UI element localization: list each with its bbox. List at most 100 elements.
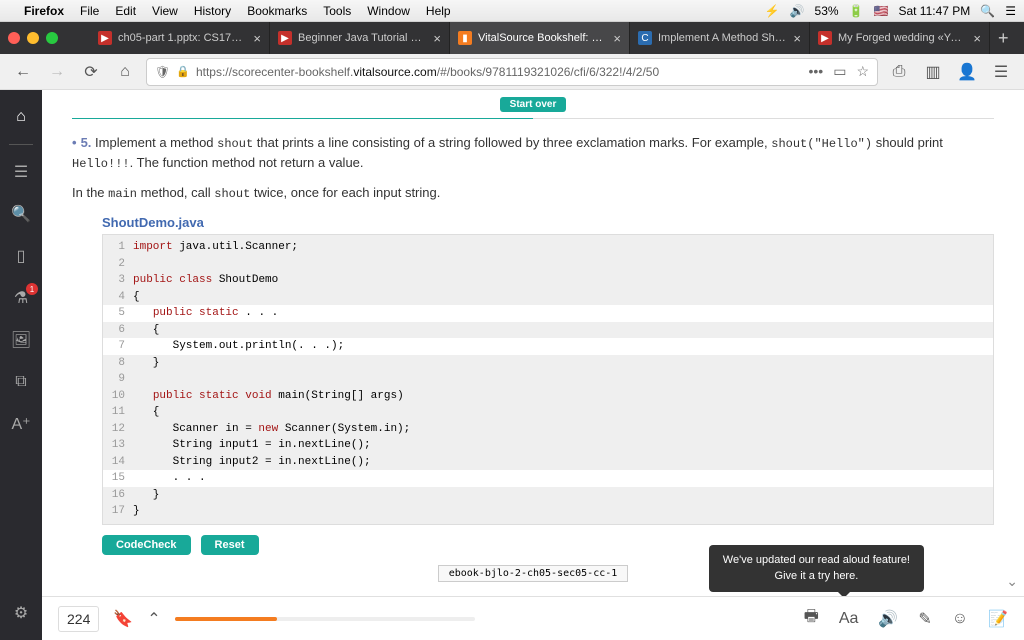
sidebar-toggle-icon[interactable]: ▥	[920, 59, 946, 85]
code-line[interactable]: 11 {	[103, 404, 993, 421]
wifi-icon[interactable]: ⚡	[765, 4, 780, 18]
library-icon[interactable]: ⎙	[886, 59, 912, 85]
emoji-icon[interactable]: ☺	[952, 610, 968, 628]
code-line[interactable]: 7 System.out.println(. . .);	[103, 338, 993, 355]
code-text: . . .	[133, 470, 993, 487]
shield-icon[interactable]: 🛡	[155, 65, 170, 79]
read-aloud-icon[interactable]: 🔊	[878, 609, 898, 629]
code-line[interactable]: 16 }	[103, 487, 993, 504]
text-size-icon[interactable]: Aa	[839, 610, 859, 628]
maximize-window-button[interactable]	[46, 32, 58, 44]
browser-tab[interactable]: ▶My Forged wedding «Yamat×	[810, 22, 990, 54]
tab-close-icon[interactable]: ×	[973, 31, 981, 46]
sidebar-grade-icon[interactable]: A⁺	[0, 405, 42, 443]
close-window-button[interactable]	[8, 32, 20, 44]
menu-history[interactable]: History	[194, 4, 231, 18]
code-line[interactable]: 2	[103, 256, 993, 273]
more-icon[interactable]: •••	[808, 63, 823, 80]
firefox-menu-button[interactable]: ☰	[988, 59, 1014, 85]
progress-bar[interactable]	[175, 617, 476, 621]
account-icon[interactable]: 👤	[954, 59, 980, 85]
reset-button[interactable]: Reset	[201, 535, 259, 555]
sidebar-home-icon[interactable]: ⌂	[0, 98, 42, 136]
codecheck-button[interactable]: CodeCheck	[102, 535, 191, 555]
code-editor[interactable]: 1import java.util.Scanner;23public class…	[102, 234, 994, 525]
tab-close-icon[interactable]: ×	[253, 31, 261, 46]
volume-icon[interactable]: 🔊	[790, 4, 805, 18]
clock[interactable]: Sat 11:47 PM	[898, 4, 970, 18]
main-content: Start over 5. Implement a method shout t…	[42, 90, 1024, 640]
highlighter-icon[interactable]: ✎	[918, 609, 931, 629]
reload-button[interactable]: ⟳	[78, 59, 104, 85]
line-number: 7	[103, 338, 133, 355]
line-number: 9	[103, 371, 133, 388]
control-center-icon[interactable]: ☰	[1005, 4, 1016, 18]
chevron-up-icon[interactable]: ⌃	[147, 609, 160, 629]
sidebar-copy-icon[interactable]: ⧉	[0, 363, 42, 401]
code-line[interactable]: 17}	[103, 503, 993, 520]
forward-button[interactable]: →	[44, 59, 70, 85]
code-text: }	[133, 487, 993, 504]
code-line[interactable]: 15 . . .	[103, 470, 993, 487]
code-text: String input2 = in.nextLine();	[133, 454, 993, 471]
tab-strip: ▶ch05-part 1.pptx: CS170-26×▶Beginner Ja…	[0, 22, 1024, 54]
tab-close-icon[interactable]: ×	[793, 31, 801, 46]
menu-bookmarks[interactable]: Bookmarks	[247, 4, 307, 18]
code-line[interactable]: 8 }	[103, 355, 993, 372]
print-icon[interactable]: 🖶	[804, 605, 819, 632]
code-line[interactable]: 6 {	[103, 322, 993, 339]
window-controls	[8, 32, 58, 44]
url-bar[interactable]: 🛡 🔒 https://scorecenter-bookshelf.vitals…	[146, 58, 878, 86]
tab-close-icon[interactable]: ×	[433, 31, 441, 46]
sidebar-toc-icon[interactable]: ☰	[0, 153, 42, 191]
page-number-input[interactable]: 224	[58, 606, 99, 632]
notes-icon[interactable]: 📝	[988, 609, 1008, 629]
tab-favicon-icon: ▶	[818, 31, 832, 45]
flag-icon[interactable]: 🇺🇸	[874, 4, 889, 18]
line-number: 12	[103, 421, 133, 438]
code-text: }	[133, 355, 993, 372]
menu-window[interactable]: Window	[367, 4, 410, 18]
back-button[interactable]: ←	[10, 59, 36, 85]
tab-close-icon[interactable]: ×	[613, 31, 621, 46]
navigation-toolbar: ← → ⟳ ⌂ 🛡 🔒 https://scorecenter-bookshel…	[0, 54, 1024, 90]
reader-icon[interactable]: ▭	[833, 63, 846, 80]
lock-icon[interactable]: 🔒	[176, 65, 190, 78]
minimize-window-button[interactable]	[27, 32, 39, 44]
spotlight-icon[interactable]: 🔍	[980, 4, 995, 18]
code-line[interactable]: 14 String input2 = in.nextLine();	[103, 454, 993, 471]
bookmark-icon[interactable]: 🔖	[113, 609, 133, 629]
sidebar-search-icon[interactable]: 🔍	[0, 195, 42, 233]
menu-view[interactable]: View	[152, 4, 178, 18]
sidebar-flashcards-icon[interactable]: ⚗1	[0, 279, 42, 317]
menu-tools[interactable]: Tools	[323, 4, 351, 18]
code-line[interactable]: 13 String input1 = in.nextLine();	[103, 437, 993, 454]
browser-tab[interactable]: ▶Beginner Java Tutorial #5 De×	[270, 22, 450, 54]
browser-tab[interactable]: ▶ch05-part 1.pptx: CS170-26×	[90, 22, 270, 54]
home-button[interactable]: ⌂	[112, 59, 138, 85]
new-tab-button[interactable]: +	[990, 28, 1017, 49]
scroll-down-icon[interactable]: ⌄	[1006, 573, 1018, 590]
code-line[interactable]: 1import java.util.Scanner;	[103, 239, 993, 256]
code-line[interactable]: 5 public static . . .	[103, 305, 993, 322]
vitalsource-sidebar: ⌂ ☰ 🔍 ▯ ⚗1 🖼 ⧉ A⁺ ⚙	[0, 90, 42, 640]
sidebar-settings-icon[interactable]: ⚙	[0, 594, 42, 632]
app-name[interactable]: Firefox	[24, 4, 64, 18]
code-line[interactable]: 10 public static void main(String[] args…	[103, 388, 993, 405]
browser-tab[interactable]: ▮VitalSource Bookshelf: Java C×	[450, 22, 630, 54]
code-line[interactable]: 4{	[103, 289, 993, 306]
line-number: 11	[103, 404, 133, 421]
tab-label: Implement A Method Shout T	[658, 32, 787, 44]
code-line[interactable]: 9	[103, 371, 993, 388]
menu-edit[interactable]: Edit	[115, 4, 136, 18]
start-over-button[interactable]: Start over	[500, 97, 567, 112]
menu-help[interactable]: Help	[426, 4, 451, 18]
code-line[interactable]: 12 Scanner in = new Scanner(System.in);	[103, 421, 993, 438]
bookmark-star-icon[interactable]: ☆	[856, 63, 869, 80]
code-line[interactable]: 3public class ShoutDemo	[103, 272, 993, 289]
menu-file[interactable]: File	[80, 4, 99, 18]
code-text: {	[133, 322, 993, 339]
browser-tab[interactable]: CImplement A Method Shout T×	[630, 22, 810, 54]
sidebar-figures-icon[interactable]: 🖼	[0, 321, 42, 359]
sidebar-notebook-icon[interactable]: ▯	[0, 237, 42, 275]
